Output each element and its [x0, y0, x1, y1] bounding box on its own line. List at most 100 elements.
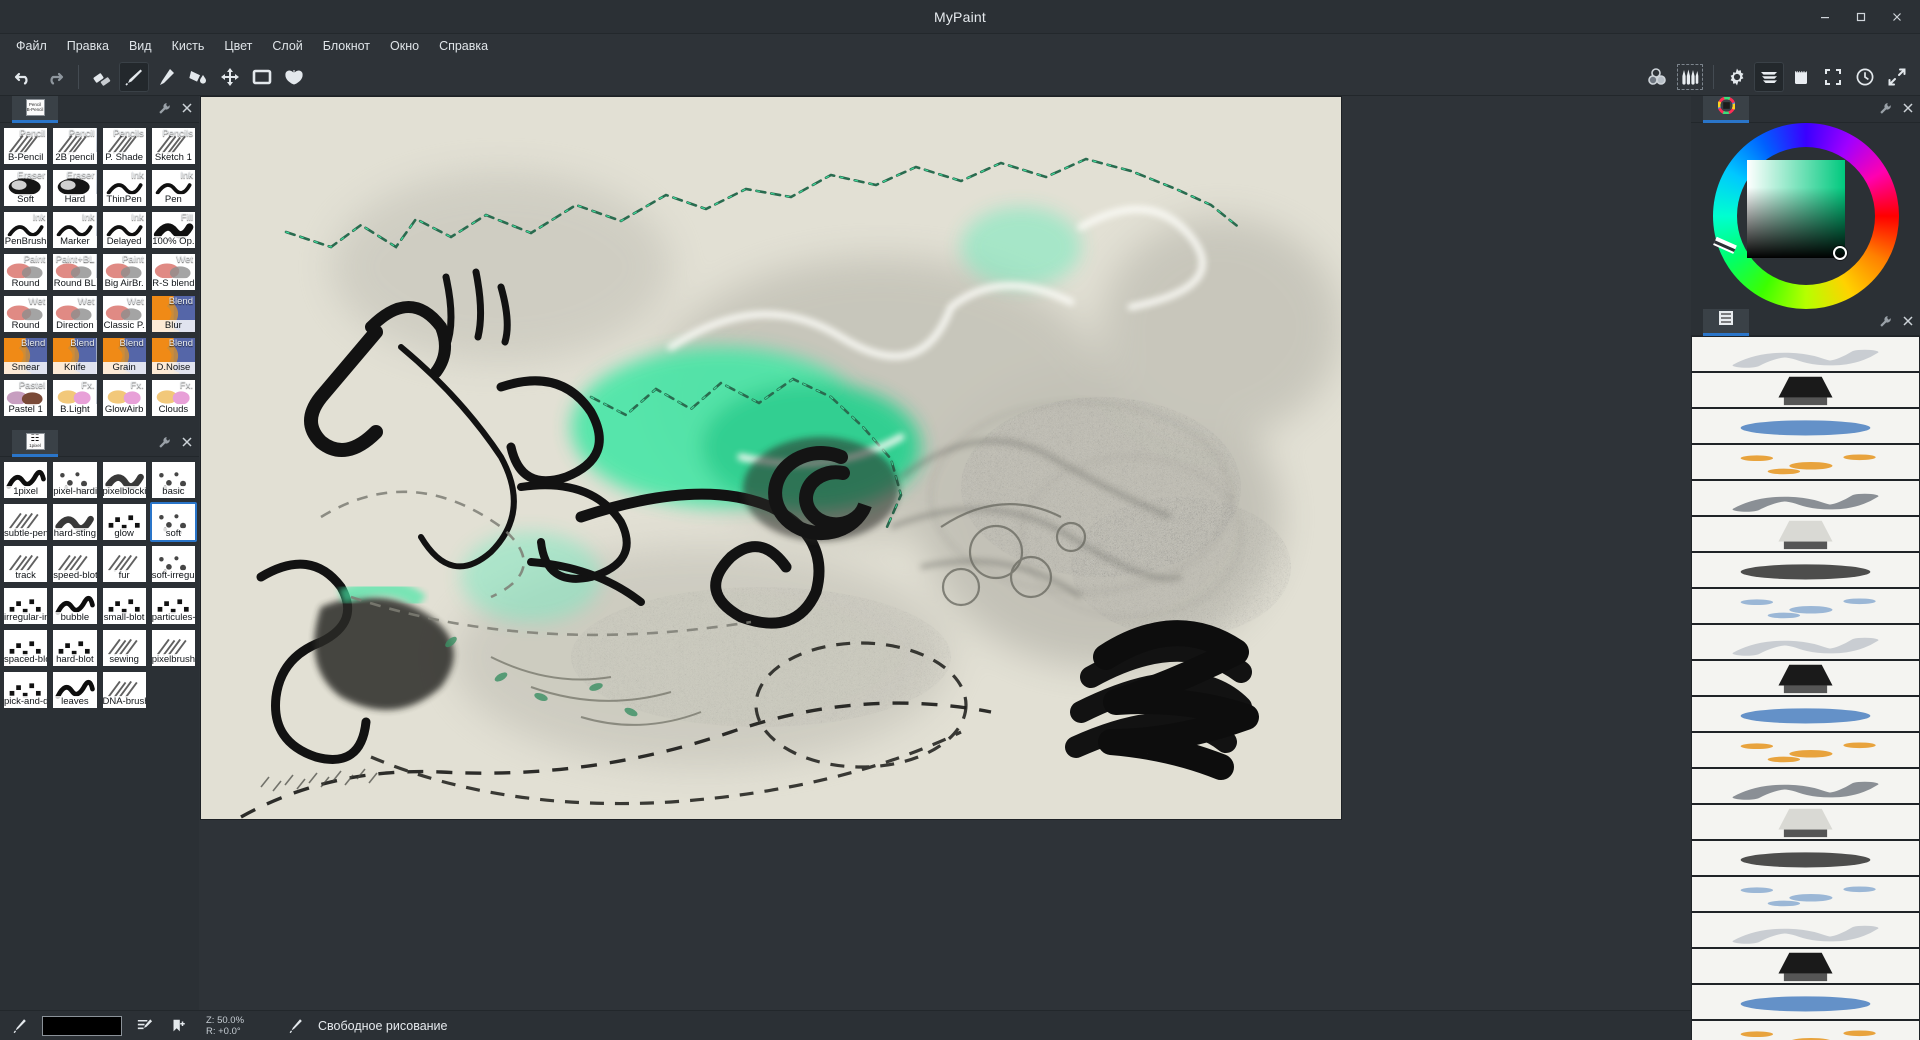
brush-cell[interactable]: particules-3 — [149, 586, 197, 626]
brush-cell[interactable]: Pencil 2B pencil — [51, 126, 99, 166]
brush-cell[interactable]: leaves — [51, 670, 99, 710]
brush-cell[interactable]: DNA-brush — [100, 670, 148, 710]
wrench-icon[interactable] — [158, 436, 171, 451]
color-cursor[interactable] — [1832, 246, 1847, 260]
brush-cell[interactable]: sewing — [100, 628, 148, 668]
brush-cell[interactable]: Ink Pen — [149, 168, 197, 208]
brush-cell[interactable]: glow — [100, 502, 148, 542]
brush-cell[interactable]: soft-irregular — [149, 544, 197, 584]
brush-cell[interactable]: Fill 100% Op. — [149, 210, 197, 250]
brush-icon-cell[interactable] — [1691, 624, 1920, 660]
menu-layer[interactable]: Слой — [262, 36, 312, 56]
redo-button[interactable] — [40, 62, 70, 92]
brush-cell[interactable]: Wet Direction — [51, 294, 99, 334]
brush-cell[interactable]: Blend D.Noise — [149, 336, 197, 376]
wrench-icon[interactable] — [158, 102, 171, 117]
preferences-button[interactable] — [1722, 62, 1752, 92]
brush-list-tab[interactable] — [1703, 308, 1749, 336]
brush-group-tab[interactable]: Pencil B-Pencil — [12, 95, 58, 123]
brush-cell[interactable]: Eraser Soft — [2, 168, 50, 208]
history-button[interactable] — [1850, 62, 1880, 92]
brush-cell[interactable]: Wet R-S blend — [149, 252, 197, 292]
wrench-icon[interactable] — [1879, 102, 1892, 117]
brush-cell[interactable]: speed-blot — [51, 544, 99, 584]
brush-cell[interactable]: Blend Smear — [2, 336, 50, 376]
fit-view-button[interactable] — [1818, 62, 1848, 92]
brush-cell[interactable]: Pencils P. Shade — [100, 126, 148, 166]
brush-icon-cell[interactable] — [1691, 732, 1920, 768]
brush-cell[interactable]: Blend Grain — [100, 336, 148, 376]
symmetry-tool-button[interactable] — [279, 62, 309, 92]
brush-icon-cell[interactable] — [1691, 372, 1920, 408]
close-icon[interactable] — [1902, 102, 1914, 116]
brush-icon-cell[interactable] — [1691, 912, 1920, 948]
eraser-tool-button[interactable] — [87, 62, 117, 92]
brush-cell[interactable]: hard-sting — [51, 502, 99, 542]
brush-icon-cell[interactable] — [1691, 768, 1920, 804]
color-wheel-tab[interactable] — [1703, 95, 1749, 123]
brush-icon-cell[interactable] — [1691, 804, 1920, 840]
brush-cell[interactable]: Paint+BL Round BL — [51, 252, 99, 292]
minimize-icon[interactable] — [1808, 3, 1842, 31]
brush-icon-cell[interactable] — [1691, 696, 1920, 732]
scratchpad-button[interactable] — [1786, 62, 1816, 92]
brush-cell[interactable]: Fx. GlowAirb — [100, 378, 148, 418]
menu-brush[interactable]: Кисть — [162, 36, 215, 56]
brush-cell[interactable]: pixelblocking — [100, 460, 148, 500]
brush-icon-cell[interactable] — [1691, 444, 1920, 480]
brush-cell[interactable]: Ink ThinPen — [100, 168, 148, 208]
brush-cell[interactable]: track — [2, 544, 50, 584]
brush-cell[interactable]: pixelbrushes — [149, 628, 197, 668]
brush-icon-cell[interactable] — [1691, 516, 1920, 552]
brush-cell[interactable]: Pencils Sketch 1 — [149, 126, 197, 166]
brush-cell[interactable]: Fx. B.Light — [51, 378, 99, 418]
edit-lines-icon[interactable] — [132, 1016, 156, 1035]
close-icon[interactable] — [1902, 315, 1914, 329]
brush-cell[interactable]: 1pixel — [2, 460, 50, 500]
brush-cell[interactable]: Paint Big AirBr. — [100, 252, 148, 292]
brush-cell[interactable]: Paint Round — [2, 252, 50, 292]
maximize-icon[interactable] — [1844, 3, 1878, 31]
brush-cell[interactable]: small-blot — [100, 586, 148, 626]
brush-cell[interactable]: Fx. Clouds — [149, 378, 197, 418]
brush-cell[interactable]: soft — [149, 502, 197, 542]
brush-cell[interactable]: Ink PenBrush — [2, 210, 50, 250]
brush-cell[interactable]: fur — [100, 544, 148, 584]
brush-cell[interactable]: Pencil B-Pencil — [2, 126, 50, 166]
undo-button[interactable] — [8, 62, 38, 92]
brush-icon-cell[interactable] — [1691, 840, 1920, 876]
brush-cell[interactable]: Blend Knife — [51, 336, 99, 376]
move-tool-button[interactable] — [215, 62, 245, 92]
brush-icon-cell[interactable] — [1691, 336, 1920, 372]
brush-icon-cell[interactable] — [1691, 480, 1920, 516]
flood-fill-tool-button[interactable] — [183, 62, 213, 92]
frame-tool-button[interactable] — [247, 62, 277, 92]
freehand-tool-button[interactable] — [119, 61, 149, 92]
inking-tool-button[interactable] — [151, 62, 181, 92]
brush-icon-cell[interactable] — [1691, 552, 1920, 588]
close-icon[interactable] — [181, 102, 193, 116]
close-icon[interactable] — [1880, 3, 1914, 31]
menu-edit[interactable]: Правка — [57, 36, 119, 56]
menu-help[interactable]: Справка — [429, 36, 498, 56]
brush-set-tab[interactable]: ☷ 1pixel — [12, 429, 58, 457]
brush-selector-button[interactable] — [1675, 62, 1705, 92]
brush-cell[interactable]: Blend Blur — [149, 294, 197, 334]
brush-icon-cell[interactable] — [1691, 660, 1920, 696]
canvas-area[interactable] — [199, 96, 1691, 1010]
brush-cell[interactable]: subtle-pencil — [2, 502, 50, 542]
brush-icon-cell[interactable] — [1691, 1020, 1920, 1040]
layers-panel-button[interactable] — [1754, 61, 1784, 92]
brush-cell[interactable]: spaced-blot — [2, 628, 50, 668]
close-icon[interactable] — [181, 436, 193, 450]
brush-cell[interactable]: hard-blot — [51, 628, 99, 668]
brush-cell[interactable]: pixel-hardink — [51, 460, 99, 500]
menu-file[interactable]: Файл — [6, 36, 57, 56]
brush-icon-cell[interactable] — [1691, 984, 1920, 1020]
wrench-icon[interactable] — [1879, 315, 1892, 330]
brush-icon-cell[interactable] — [1691, 588, 1920, 624]
menu-scratchpad[interactable]: Блокнот — [313, 36, 380, 56]
fullscreen-button[interactable] — [1882, 62, 1912, 92]
brush-icon-cell[interactable] — [1691, 948, 1920, 984]
brush-cell[interactable]: basic — [149, 460, 197, 500]
